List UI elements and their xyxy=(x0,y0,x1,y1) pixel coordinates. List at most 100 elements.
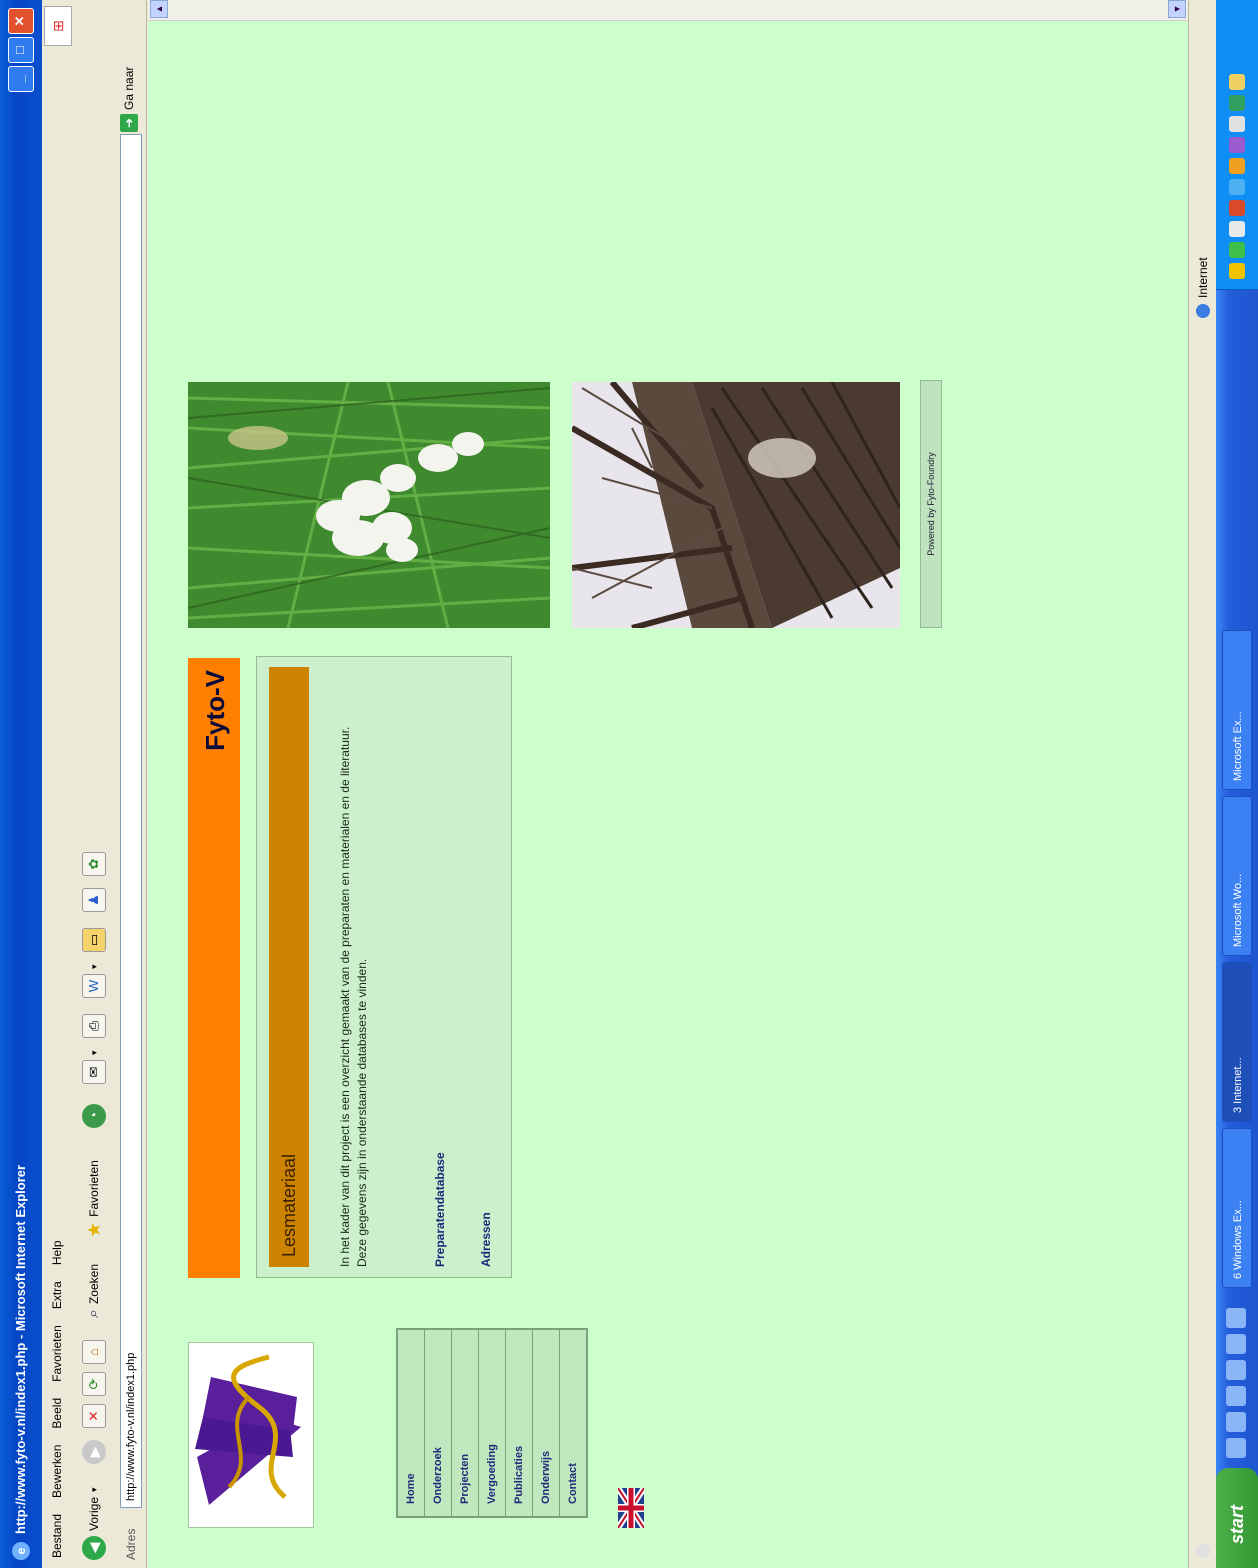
tree-photo xyxy=(570,380,902,631)
status-bar: Internet xyxy=(1188,0,1217,1568)
mail-icon: ✉ xyxy=(82,1060,106,1084)
address-bar: Adres http://www.fyto-v.nl/index1.php ➜ … xyxy=(116,0,147,1568)
start-button[interactable]: start xyxy=(1216,1468,1258,1568)
menu-file[interactable]: Bestand xyxy=(50,1514,64,1558)
minimize-button[interactable]: _ xyxy=(8,66,34,92)
task-windows-explorer[interactable]: 6 Windows Ex... xyxy=(1222,1128,1252,1288)
window-title: http://www.fyto-v.nl/index1.php - Micros… xyxy=(13,1164,28,1534)
zone-label: Internet xyxy=(1196,257,1210,298)
favorites-button[interactable]: ★ Favorieten xyxy=(80,1160,108,1238)
print-icon: ⎙ xyxy=(82,1014,106,1038)
history-icon: ◔ xyxy=(82,1104,106,1128)
tray-icon[interactable] xyxy=(1229,74,1245,90)
nav-item-home[interactable]: Home xyxy=(398,1330,425,1516)
close-button[interactable]: ✕ xyxy=(8,8,34,34)
address-input[interactable]: http://www.fyto-v.nl/index1.php xyxy=(120,134,142,1508)
quick-launch-icon[interactable] xyxy=(1226,1334,1246,1354)
page-viewport: Home Onderzoek Projecten Vergoeding Publ… xyxy=(148,20,1188,1568)
menu-help[interactable]: Help xyxy=(50,1240,64,1265)
preparatendatabase-link[interactable]: Preparatendatabase xyxy=(433,1152,447,1267)
window-title-bar[interactable]: e http://www.fyto-v.nl/index1.php - Micr… xyxy=(0,0,42,1568)
dropdown-arrow-icon: ▾ xyxy=(88,1487,99,1492)
menu-view[interactable]: Beeld xyxy=(50,1398,64,1429)
menu-edit[interactable]: Bewerken xyxy=(50,1445,64,1498)
home-button[interactable]: ⌂ xyxy=(80,1340,108,1364)
folder-button[interactable]: ▭ xyxy=(80,928,108,952)
site-title: Fyto-V xyxy=(200,670,230,751)
nav-item-publicaties[interactable]: Publicaties xyxy=(506,1330,533,1516)
go-button[interactable]: ➜ Ga naar xyxy=(120,67,138,132)
nav-item-projecten[interactable]: Projecten xyxy=(452,1330,479,1516)
history-button[interactable]: ◔ xyxy=(80,1104,108,1128)
content-panel: Lesmateriaal In het kader van dit projec… xyxy=(256,656,512,1278)
messenger-icon: ♟ xyxy=(82,888,106,912)
messenger-button[interactable]: ♟ xyxy=(80,888,108,912)
flower-photo xyxy=(187,381,551,629)
window-controls: _ □ ✕ xyxy=(8,8,34,92)
mail-button[interactable]: ✉ ▾ xyxy=(80,1050,108,1084)
vertical-scrollbar[interactable]: ▲ ▼ xyxy=(148,0,1188,21)
menu-favorites[interactable]: Favorieten xyxy=(50,1325,64,1382)
windows-logo-icon: ⊞ xyxy=(44,6,72,46)
menu-bar: Bestand Bewerken Beeld Favorieten Extra … xyxy=(42,0,73,1568)
forward-button[interactable]: ▶ xyxy=(80,1440,108,1464)
address-label: Adres xyxy=(124,1528,138,1560)
page-icon xyxy=(1196,1544,1210,1558)
stop-icon: ✕ xyxy=(82,1404,106,1428)
tray-icon[interactable] xyxy=(1229,221,1245,237)
stop-button[interactable]: ✕ xyxy=(80,1404,108,1428)
adressen-link[interactable]: Adressen xyxy=(479,1212,493,1267)
tray-icon[interactable] xyxy=(1229,179,1245,195)
site-header: Fyto-V xyxy=(188,658,240,1278)
quick-launch-icon[interactable] xyxy=(1226,1412,1246,1432)
task-microsoft-excel[interactable]: Microsoft Ex... xyxy=(1222,630,1252,790)
tray-icon[interactable] xyxy=(1229,242,1245,258)
back-arrow-icon: ◀ xyxy=(82,1536,106,1560)
system-tray xyxy=(1216,0,1258,290)
tray-icon[interactable] xyxy=(1229,116,1245,132)
tray-icon[interactable] xyxy=(1229,137,1245,153)
nav-item-contact[interactable]: Contact xyxy=(560,1330,586,1516)
content-intro: In het kader van dit project is een over… xyxy=(338,726,369,1267)
back-button[interactable]: ◀ Vorige ▾ xyxy=(80,1487,108,1560)
search-button[interactable]: ⌕ Zoeken xyxy=(80,1264,108,1318)
quick-launch-icon[interactable] xyxy=(1226,1386,1246,1406)
site-logo[interactable] xyxy=(188,1342,314,1528)
ie-icon: e xyxy=(12,1542,30,1560)
quick-launch-icon[interactable] xyxy=(1226,1308,1246,1328)
toolbar: ◀ Vorige ▾ ▶ ✕ ⟳ ⌂ ⌕ Zoeken ★ Favorieten… xyxy=(72,0,117,1568)
tray-icon[interactable] xyxy=(1229,158,1245,174)
tray-icon[interactable] xyxy=(1229,95,1245,111)
quick-launch-icon[interactable] xyxy=(1226,1438,1246,1458)
dropdown-arrow-icon: ▾ xyxy=(88,964,99,969)
internet-zone-icon xyxy=(1196,304,1210,318)
maximize-button[interactable]: □ xyxy=(8,37,34,63)
research-icon: ✿ xyxy=(82,852,106,876)
scroll-up-icon[interactable]: ▲ xyxy=(150,0,168,18)
go-arrow-icon: ➜ xyxy=(120,114,138,132)
credit-text: Powered by Fyto-Foundry xyxy=(920,380,942,628)
nav-item-onderwijs[interactable]: Onderwijs xyxy=(533,1330,560,1516)
folder-icon: ▭ xyxy=(82,928,106,952)
refresh-button[interactable]: ⟳ xyxy=(80,1372,108,1396)
taskbar: start 6 Windows Ex... 3 Internet... Micr… xyxy=(1216,0,1258,1568)
edit-button[interactable]: W ▾ xyxy=(80,964,108,998)
print-button[interactable]: ⎙ xyxy=(80,1014,108,1038)
menu-tools[interactable]: Extra xyxy=(50,1281,64,1309)
english-flag-icon[interactable] xyxy=(615,1486,647,1530)
search-label: Zoeken xyxy=(87,1264,101,1305)
scroll-down-icon[interactable]: ▼ xyxy=(1168,0,1186,18)
task-microsoft-word[interactable]: Microsoft Wo... xyxy=(1222,796,1252,956)
tray-icon[interactable] xyxy=(1229,200,1245,216)
go-label: Ga naar xyxy=(122,66,136,110)
research-button[interactable]: ✿ xyxy=(80,852,108,876)
tray-icon[interactable] xyxy=(1229,263,1245,279)
nav-item-onderzoek[interactable]: Onderzoek xyxy=(425,1330,452,1516)
main-nav: Home Onderzoek Projecten Vergoeding Publ… xyxy=(396,1328,588,1518)
task-internet-explorer[interactable]: 3 Internet... xyxy=(1222,962,1252,1122)
content-heading: Lesmateriaal xyxy=(279,1153,299,1257)
search-icon: ⌕ xyxy=(85,1309,102,1318)
quick-launch-icon[interactable] xyxy=(1226,1360,1246,1380)
star-icon: ★ xyxy=(83,1221,104,1238)
nav-item-vergoeding[interactable]: Vergoeding xyxy=(479,1330,506,1516)
